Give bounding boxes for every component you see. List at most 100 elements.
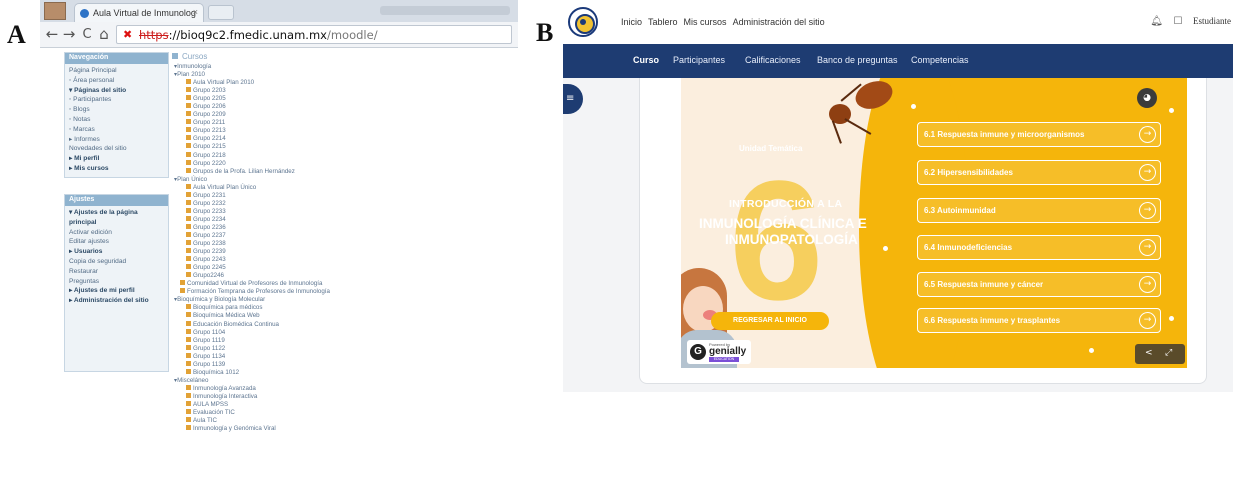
settings-item[interactable]: ▸ Usuarios <box>69 247 164 257</box>
course-link[interactable]: Aula Virtual Plan Único <box>172 183 512 192</box>
course-link[interactable]: Grupo 2237 <box>172 231 512 240</box>
course-index-toggle[interactable]: ≡ <box>563 84 583 114</box>
course-link[interactable]: Grupo 2218 <box>172 151 512 160</box>
course-link[interactable]: Grupo 2220 <box>172 159 512 168</box>
settings-item[interactable]: Copia de seguridad <box>69 257 164 267</box>
course-link[interactable]: AULA MPSS <box>172 400 512 409</box>
course-link[interactable]: Grupo 1139 <box>172 360 512 369</box>
course-link[interactable]: Grupo 2206 <box>172 103 512 111</box>
settings-item[interactable]: Activar edición <box>69 228 164 238</box>
share-icon[interactable]: < <box>1145 348 1153 358</box>
course-link[interactable]: Grupo 2231 <box>172 191 512 200</box>
course-link[interactable]: Grupo 2238 <box>172 240 512 248</box>
course-link[interactable]: Aula Virtual Plan 2010 <box>172 79 512 87</box>
course-link[interactable]: Educación Biomédica Continua <box>172 320 512 329</box>
audio-toggle-icon[interactable]: ◕ <box>1137 88 1157 108</box>
course-link[interactable]: Inmunología Interactiva <box>172 392 512 401</box>
home-icon[interactable]: ⌂ <box>96 25 112 43</box>
course-link[interactable]: Grupo2246 <box>172 272 512 280</box>
topic-button[interactable]: 6.4 Inmunodeficiencias → <box>917 235 1161 260</box>
topic-button[interactable]: 6.1 Respuesta inmune y microorganismos → <box>917 122 1161 147</box>
course-link[interactable]: Grupo 2236 <box>172 223 512 232</box>
course-link[interactable]: Grupo 2211 <box>172 119 512 127</box>
course-link[interactable]: Grupo 2215 <box>172 143 512 151</box>
navigation-item[interactable]: ▸ Mis cursos <box>69 164 164 174</box>
settings-item[interactable]: principal <box>69 218 164 228</box>
category-node[interactable]: ▾Inmunología <box>172 63 512 71</box>
topnav-item[interactable]: Tablero <box>648 17 678 27</box>
course-link[interactable]: Grupos de la Profa. Lilian Hernández <box>172 167 512 176</box>
course-link[interactable]: Grupo 2233 <box>172 207 512 216</box>
settings-item[interactable]: Preguntas <box>69 277 164 287</box>
profile-avatar[interactable] <box>44 2 66 20</box>
topic-button[interactable]: 6.3 Autoinmunidad → <box>917 198 1161 223</box>
settings-item[interactable]: Restaurar <box>69 267 164 277</box>
course-link[interactable]: Inmunología y Genómica Viral <box>172 425 512 433</box>
course-link[interactable]: Aula TIC <box>172 417 512 425</box>
navigation-item[interactable]: ◦ Blogs <box>69 105 164 115</box>
navigation-item[interactable]: ▸ Informes <box>69 135 164 145</box>
course-link[interactable]: Grupo 2232 <box>172 199 512 208</box>
course-link[interactable]: Comunidad Virtual de Profesores de Inmun… <box>172 280 512 288</box>
course-link[interactable]: Bioquímica para médicos <box>172 304 512 312</box>
settings-item[interactable]: ▸ Ajustes de mi perfil <box>69 286 164 296</box>
topnav-item[interactable]: Mis cursos <box>684 17 727 27</box>
user-name[interactable]: Estudiante <box>1193 16 1231 26</box>
category-node[interactable]: ▾Misceláneo <box>172 377 512 385</box>
topic-button[interactable]: 6.5 Respuesta inmune y cáncer → <box>917 272 1161 297</box>
course-link[interactable]: Inmunología Avanzada <box>172 384 512 393</box>
site-logo[interactable] <box>568 7 598 37</box>
settings-item[interactable]: ▾ Ajustes de la página <box>69 208 164 218</box>
course-link[interactable]: Grupo 1104 <box>172 328 512 337</box>
topic-button[interactable]: 6.6 Respuesta inmune y trasplantes → <box>917 308 1161 333</box>
course-link[interactable]: Grupo 1122 <box>172 344 512 353</box>
course-link[interactable]: Grupo 2243 <box>172 256 512 264</box>
new-tab-button[interactable] <box>208 5 234 20</box>
fullscreen-icon[interactable]: ⤢ <box>1165 348 1172 358</box>
course-link[interactable]: Grupo 2214 <box>172 135 512 143</box>
topnav-item[interactable]: Inicio <box>621 17 642 27</box>
back-to-start-button[interactable]: REGRESAR AL INICIO <box>711 312 829 330</box>
navigation-item[interactable]: ◦ Área personal <box>69 76 164 86</box>
course-link[interactable]: Grupo 2209 <box>172 111 512 119</box>
course-tab[interactable]: Participantes <box>673 55 725 65</box>
course-tab[interactable]: Competencias <box>911 55 969 65</box>
course-link[interactable]: Grupo 2205 <box>172 95 512 103</box>
course-tab[interactable]: Calificaciones <box>745 55 801 65</box>
course-link[interactable]: Evaluación TIC <box>172 409 512 417</box>
course-link[interactable]: Bioquímica 1012 <box>172 368 512 377</box>
category-node[interactable]: ▾Bioquímica y Biología Molecular <box>172 296 512 304</box>
course-link[interactable]: Grupo 2213 <box>172 127 512 135</box>
course-link[interactable]: Bioquímica Médica Web <box>172 312 512 320</box>
course-tab[interactable]: Curso <box>633 55 659 65</box>
address-bar[interactable]: ✖ https://bioq9c2.fmedic.unam.mx/moodle/ <box>116 25 512 44</box>
course-link[interactable]: Grupo 2203 <box>172 87 512 95</box>
course-link[interactable]: Grupo 1119 <box>172 336 512 345</box>
settings-item[interactable]: Editar ajustes <box>69 237 164 247</box>
back-icon[interactable]: ← <box>44 25 60 43</box>
bell-icon[interactable]: 🔔︎ <box>1150 16 1163 27</box>
navigation-item[interactable]: ◦ Participantes <box>69 95 164 105</box>
navigation-item[interactable]: ◦ Marcas <box>69 125 164 135</box>
navigation-item[interactable]: ◦ Notas <box>69 115 164 125</box>
course-link[interactable]: Grupo 2239 <box>172 248 512 256</box>
navigation-item[interactable]: Página Principal <box>69 66 164 76</box>
course-link[interactable]: Formación Temprana de Profesores de Inmu… <box>172 288 512 296</box>
settings-item[interactable]: ▸ Administración del sitio <box>69 296 164 306</box>
genially-badge[interactable]: G Powered by genially EDUCATION <box>687 340 751 364</box>
course-link[interactable]: Grupo 2234 <box>172 215 512 224</box>
category-node[interactable]: ▾Plan 2010 <box>172 71 512 79</box>
close-tab-icon[interactable]: × <box>193 7 198 17</box>
topnav-item[interactable]: Administración del sitio <box>733 17 825 27</box>
course-link[interactable]: Grupo 2245 <box>172 264 512 272</box>
navigation-item[interactable]: Novedades del sitio <box>69 144 164 154</box>
browser-tab[interactable]: Aula Virtual de Inmunolog × <box>74 3 204 22</box>
forward-icon[interactable]: → <box>61 25 77 43</box>
chat-icon[interactable]: ☐ <box>1174 16 1183 27</box>
navigation-item[interactable]: ▸ Mi perfil <box>69 154 164 164</box>
topic-button[interactable]: 6.2 Hipersensibilidades → <box>917 160 1161 185</box>
navigation-item[interactable]: ▾ Páginas del sitio <box>69 86 164 96</box>
course-link[interactable]: Grupo 1134 <box>172 352 512 361</box>
course-tab[interactable]: Banco de preguntas <box>817 55 898 65</box>
category-node[interactable]: ▾Plan Único <box>172 176 512 184</box>
